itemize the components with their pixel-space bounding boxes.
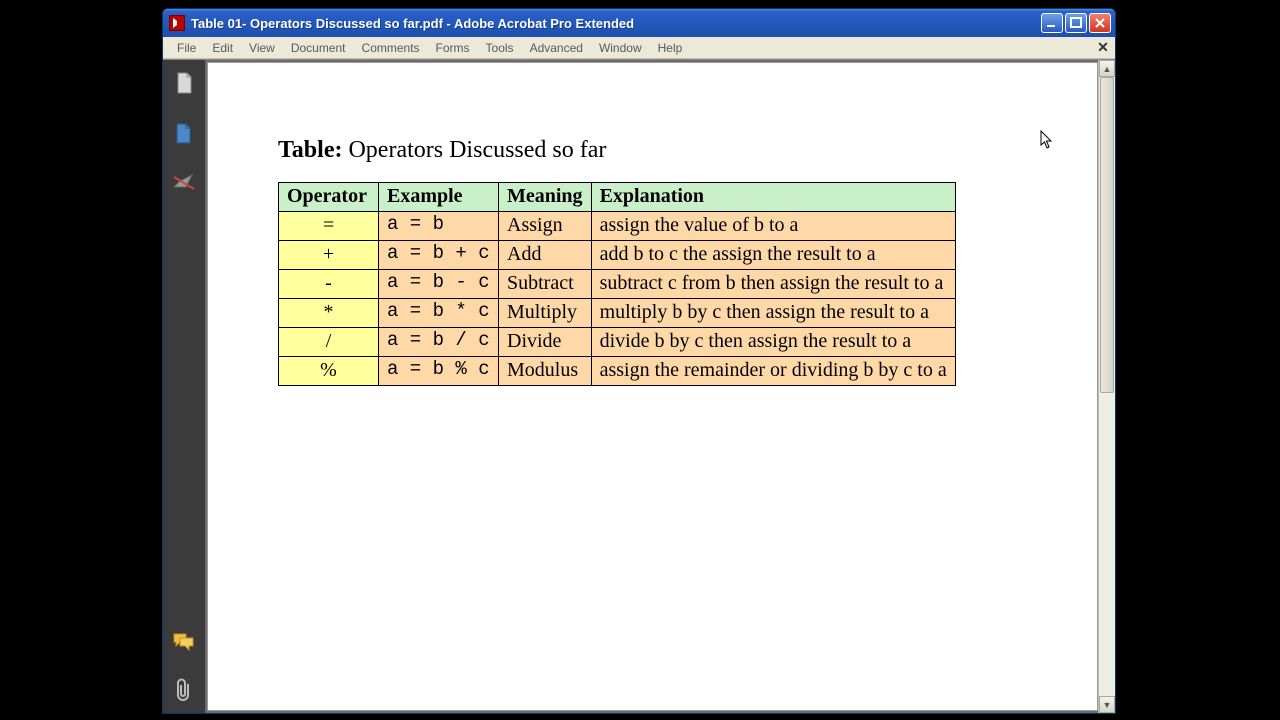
scroll-track[interactable] — [1099, 77, 1115, 696]
attachments-panel-icon[interactable] — [171, 677, 197, 703]
cell-example: a = b — [379, 212, 499, 241]
th-explanation: Explanation — [591, 183, 955, 212]
cell-example: a = b % c — [379, 357, 499, 386]
signatures-panel-icon[interactable] — [171, 170, 197, 196]
th-example: Example — [379, 183, 499, 212]
cell-meaning: Multiply — [499, 299, 592, 328]
menu-window[interactable]: Window — [591, 39, 650, 57]
menu-help[interactable]: Help — [650, 39, 691, 57]
cell-operator: % — [279, 357, 379, 386]
doc-heading-label: Table: — [278, 137, 342, 163]
menu-document[interactable]: Document — [283, 39, 354, 57]
bookmarks-panel-icon[interactable] — [171, 120, 197, 146]
comments-panel-icon[interactable] — [171, 629, 197, 655]
client-area: Table: Operators Discussed so far Operat… — [163, 59, 1115, 713]
pages-panel-icon[interactable] — [171, 70, 197, 96]
scroll-down-button[interactable]: ▼ — [1099, 696, 1115, 713]
doc-heading-text: Operators Discussed so far — [348, 137, 606, 163]
th-operator: Operator — [279, 183, 379, 212]
cell-explanation: assign the value of b to a — [591, 212, 955, 241]
cell-operator: * — [279, 299, 379, 328]
cell-explanation: assign the remainder or dividing b by c … — [591, 357, 955, 386]
menu-tools[interactable]: Tools — [478, 39, 522, 57]
pdf-page: Table: Operators Discussed so far Operat… — [207, 62, 1098, 711]
vertical-scrollbar[interactable]: ▲ ▼ — [1098, 60, 1115, 713]
close-button[interactable] — [1089, 13, 1111, 33]
menu-forms[interactable]: Forms — [428, 39, 478, 57]
cell-operator: + — [279, 241, 379, 270]
cell-operator: = — [279, 212, 379, 241]
cell-example: a = b / c — [379, 328, 499, 357]
scroll-up-button[interactable]: ▲ — [1099, 60, 1115, 77]
menu-advanced[interactable]: Advanced — [522, 39, 591, 57]
scroll-thumb[interactable] — [1100, 77, 1114, 393]
table-header-row: Operator Example Meaning Explanation — [279, 183, 956, 212]
menu-comments[interactable]: Comments — [354, 39, 428, 57]
menu-edit[interactable]: Edit — [204, 39, 241, 57]
cell-meaning: Divide — [499, 328, 592, 357]
cell-meaning: Add — [499, 241, 592, 270]
operators-table: Operator Example Meaning Explanation =a … — [278, 182, 956, 386]
table-row: -a = b - cSubtractsubtract c from b then… — [279, 270, 956, 299]
maximize-button[interactable] — [1065, 13, 1087, 33]
table-row: =a = bAssignassign the value of b to a — [279, 212, 956, 241]
cell-example: a = b - c — [379, 270, 499, 299]
document-area: Table: Operators Discussed so far Operat… — [205, 60, 1115, 713]
cell-explanation: subtract c from b then assign the result… — [591, 270, 955, 299]
window-title: Table 01- Operators Discussed so far.pdf… — [191, 16, 1041, 31]
table-row: %a = b % cModulusassign the remainder or… — [279, 357, 956, 386]
cell-explanation: add b to c the assign the result to a — [591, 241, 955, 270]
th-meaning: Meaning — [499, 183, 592, 212]
document-close-button[interactable]: ✕ — [1095, 39, 1111, 55]
navigation-pane — [163, 60, 205, 713]
cell-meaning: Assign — [499, 212, 592, 241]
minimize-button[interactable] — [1041, 13, 1063, 33]
cell-example: a = b + c — [379, 241, 499, 270]
cell-operator: / — [279, 328, 379, 357]
table-row: /a = b / cDividedivide b by c then assig… — [279, 328, 956, 357]
pdf-app-icon — [169, 15, 185, 31]
app-window: Table 01- Operators Discussed so far.pdf… — [162, 8, 1116, 714]
cell-operator: - — [279, 270, 379, 299]
cell-explanation: divide b by c then assign the result to … — [591, 328, 955, 357]
cell-meaning: Subtract — [499, 270, 592, 299]
menu-view[interactable]: View — [241, 39, 283, 57]
table-row: *a = b * cMultiplymultiply b by c then a… — [279, 299, 956, 328]
doc-heading: Table: Operators Discussed so far — [278, 137, 1067, 164]
menu-file[interactable]: File — [169, 39, 204, 57]
cell-example: a = b * c — [379, 299, 499, 328]
cell-explanation: multiply b by c then assign the result t… — [591, 299, 955, 328]
table-row: +a = b + cAddadd b to c the assign the r… — [279, 241, 956, 270]
cell-meaning: Modulus — [499, 357, 592, 386]
menubar: File Edit View Document Comments Forms T… — [163, 37, 1115, 59]
titlebar[interactable]: Table 01- Operators Discussed so far.pdf… — [163, 9, 1115, 37]
